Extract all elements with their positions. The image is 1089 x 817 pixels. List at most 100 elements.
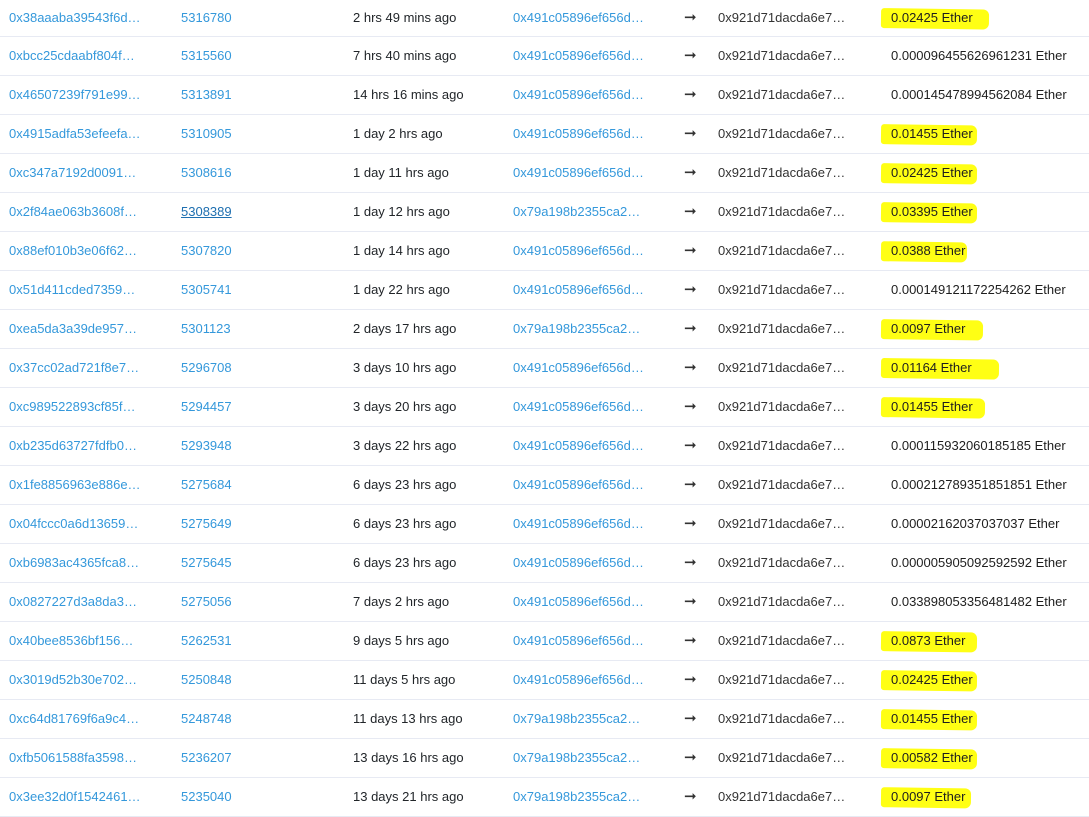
right-arrow-icon: ➞ xyxy=(684,281,697,298)
tx-value: 0.02425 Ether xyxy=(891,672,973,687)
tx-hash-link[interactable]: 0xc64d81769f6a9c4… xyxy=(9,711,139,727)
from-address-link[interactable]: 0x79a198b2355ca2… xyxy=(513,711,640,727)
from-address-link[interactable]: 0x491c05896ef656d… xyxy=(513,282,644,298)
block-number-link[interactable]: 5275645 xyxy=(181,555,232,571)
tx-value: 0.000096455626961231 Ether xyxy=(891,48,1067,63)
block-number-link[interactable]: 5262531 xyxy=(181,633,232,649)
tx-hash-link[interactable]: 0xc347a7192d0091… xyxy=(9,165,136,181)
block-number-link[interactable]: 5308389 xyxy=(181,204,232,220)
from-address-link[interactable]: 0x491c05896ef656d… xyxy=(513,243,644,259)
tx-hash-link[interactable]: 0x0827227d3a8da3… xyxy=(9,594,137,610)
from-address-link[interactable]: 0x491c05896ef656d… xyxy=(513,555,644,571)
to-address: 0x921d71dacda6e7… xyxy=(718,633,846,648)
to-address: 0x921d71dacda6e7… xyxy=(718,672,846,687)
to-address: 0x921d71dacda6e7… xyxy=(718,204,846,219)
tx-age: 1 day 14 hrs ago xyxy=(353,243,450,258)
tx-hash-link[interactable]: 0x38aaaba39543f6d… xyxy=(9,10,141,26)
table-row: 0xc347a7192d0091… 5308616 1 day 11 hrs ago… xyxy=(0,154,1089,193)
tx-hash-link[interactable]: 0x04fccc0a6d13659… xyxy=(9,516,138,532)
tx-hash-link[interactable]: 0xbcc25cdaabf804f… xyxy=(9,48,135,64)
block-number-link[interactable]: 5308616 xyxy=(181,165,232,181)
table-row: 0xbcc25cdaabf804f… 5315560 7 hrs 40 mins a… xyxy=(0,37,1089,76)
block-number-link[interactable]: 5275684 xyxy=(181,477,232,493)
tx-age: 11 days 13 hrs ago xyxy=(353,711,463,726)
transactions-table: 0x38aaaba39543f6d… 5316780 2 hrs 49 mins a… xyxy=(0,0,1089,817)
table-row: 0x46507239f791e99… 5313891 14 hrs 16 mins … xyxy=(0,76,1089,115)
block-number-link[interactable]: 5275649 xyxy=(181,516,232,532)
block-number-link[interactable]: 5305741 xyxy=(181,282,232,298)
block-number-link[interactable]: 5316780 xyxy=(181,10,232,26)
tx-hash-link[interactable]: 0x2f84ae063b3608f… xyxy=(9,204,137,220)
block-number-link[interactable]: 5307820 xyxy=(181,243,232,259)
block-number-link[interactable]: 5296708 xyxy=(181,360,232,376)
from-address-link[interactable]: 0x79a198b2355ca2… xyxy=(513,321,640,337)
from-address-link[interactable]: 0x491c05896ef656d… xyxy=(513,477,644,493)
block-number-link[interactable]: 5250848 xyxy=(181,672,232,688)
tx-hash-link[interactable]: 0xb235d63727fdfb0… xyxy=(9,438,137,454)
to-address: 0x921d71dacda6e7… xyxy=(718,48,846,63)
tx-hash-link[interactable]: 0x4915adfa53efeefa… xyxy=(9,126,141,142)
block-number-link[interactable]: 5236207 xyxy=(181,750,232,766)
tx-hash-link[interactable]: 0x37cc02ad721f8e7… xyxy=(9,360,139,376)
table-row: 0x3019d52b30e702… 5250848 11 days 5 hrs ag… xyxy=(0,661,1089,700)
tx-value: 0.02425 Ether xyxy=(891,10,973,25)
tx-hash-link[interactable]: 0xc989522893cf85f… xyxy=(9,399,135,415)
to-address: 0x921d71dacda6e7… xyxy=(718,516,846,531)
from-address-link[interactable]: 0x491c05896ef656d… xyxy=(513,633,644,649)
tx-age: 11 days 5 hrs ago xyxy=(353,672,456,687)
tx-hash-link[interactable]: 0x46507239f791e99… xyxy=(9,87,141,103)
from-address-link[interactable]: 0x491c05896ef656d… xyxy=(513,48,644,64)
tx-age: 1 day 2 hrs ago xyxy=(353,126,443,141)
right-arrow-icon: ➞ xyxy=(684,788,697,805)
right-arrow-icon: ➞ xyxy=(684,359,697,376)
tx-hash-link[interactable]: 0x51d411cded7359… xyxy=(9,282,135,298)
from-address-link[interactable]: 0x79a198b2355ca2… xyxy=(513,204,640,220)
table-row: 0x38aaaba39543f6d… 5316780 2 hrs 49 mins a… xyxy=(0,0,1089,37)
tx-hash-link[interactable]: 0x1fe8856963e886e… xyxy=(9,477,141,493)
tx-hash-link[interactable]: 0x88ef010b3e06f62… xyxy=(9,243,137,259)
from-address-link[interactable]: 0x79a198b2355ca2… xyxy=(513,750,640,766)
to-address: 0x921d71dacda6e7… xyxy=(718,555,846,570)
from-address-link[interactable]: 0x491c05896ef656d… xyxy=(513,360,644,376)
tx-hash-link[interactable]: 0x3019d52b30e702… xyxy=(9,672,137,688)
table-row: 0xc989522893cf85f… 5294457 3 days 20 hrs a… xyxy=(0,388,1089,427)
tx-value: 0.03395 Ether xyxy=(891,204,973,219)
table-row: 0x0827227d3a8da3… 5275056 7 days 2 hrs ago… xyxy=(0,583,1089,622)
from-address-link[interactable]: 0x491c05896ef656d… xyxy=(513,516,644,532)
tx-hash-link[interactable]: 0x3ee32d0f1542461… xyxy=(9,789,141,805)
from-address-link[interactable]: 0x491c05896ef656d… xyxy=(513,399,644,415)
tx-hash-link[interactable]: 0xea5da3a39de957… xyxy=(9,321,137,337)
block-number-link[interactable]: 5294457 xyxy=(181,399,232,415)
to-address: 0x921d71dacda6e7… xyxy=(718,243,846,258)
block-number-link[interactable]: 5315560 xyxy=(181,48,232,64)
tx-age: 3 days 20 hrs ago xyxy=(353,399,457,414)
right-arrow-icon: ➞ xyxy=(684,398,697,415)
block-number-link[interactable]: 5275056 xyxy=(181,594,232,610)
right-arrow-icon: ➞ xyxy=(684,125,697,142)
tx-hash-link[interactable]: 0xfb5061588fa3598… xyxy=(9,750,137,766)
block-number-link[interactable]: 5301123 xyxy=(181,321,231,337)
block-number-link[interactable]: 5293948 xyxy=(181,438,232,454)
to-address: 0x921d71dacda6e7… xyxy=(718,399,846,414)
block-number-link[interactable]: 5235040 xyxy=(181,789,232,805)
tx-age: 6 days 23 hrs ago xyxy=(353,516,457,531)
from-address-link[interactable]: 0x79a198b2355ca2… xyxy=(513,789,640,805)
block-number-link[interactable]: 5248748 xyxy=(181,711,232,727)
from-address-link[interactable]: 0x491c05896ef656d… xyxy=(513,594,644,610)
from-address-link[interactable]: 0x491c05896ef656d… xyxy=(513,87,644,103)
block-number-link[interactable]: 5310905 xyxy=(181,126,232,142)
to-address: 0x921d71dacda6e7… xyxy=(718,594,846,609)
tx-hash-link[interactable]: 0x40bee8536bf156… xyxy=(9,633,133,649)
from-address-link[interactable]: 0x491c05896ef656d… xyxy=(513,165,644,181)
from-address-link[interactable]: 0x491c05896ef656d… xyxy=(513,126,644,142)
table-row: 0x04fccc0a6d13659… 5275649 6 days 23 hrs a… xyxy=(0,505,1089,544)
table-row: 0x2f84ae063b3608f… 5308389 1 day 12 hrs ag… xyxy=(0,193,1089,232)
to-address: 0x921d71dacda6e7… xyxy=(718,126,846,141)
from-address-link[interactable]: 0x491c05896ef656d… xyxy=(513,438,644,454)
from-address-link[interactable]: 0x491c05896ef656d… xyxy=(513,672,644,688)
tx-value: 0.0873 Ether xyxy=(891,633,966,648)
tx-hash-link[interactable]: 0xb6983ac4365fca8… xyxy=(9,555,139,571)
from-address-link[interactable]: 0x491c05896ef656d… xyxy=(513,10,644,26)
tx-value: 0.00582 Ether xyxy=(891,750,973,765)
block-number-link[interactable]: 5313891 xyxy=(181,87,232,103)
